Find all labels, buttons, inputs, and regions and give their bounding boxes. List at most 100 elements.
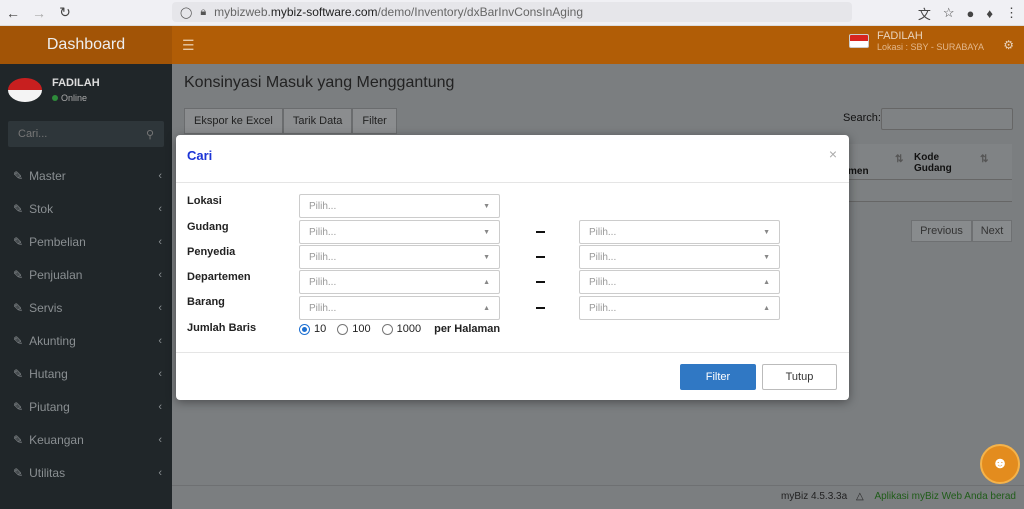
modal-filter-button[interactable]: Filter — [680, 364, 756, 390]
sidebar-user-name: FADILAH — [52, 77, 100, 89]
rows-option-100[interactable]: 100 — [337, 323, 371, 335]
browser-toolbar: ← → ↻ ◯ 🔒︎ mybizweb. mybiz-software.com/d… — [0, 0, 1024, 26]
lokasi-select[interactable]: Pilih... ▼ — [299, 194, 500, 218]
search-icon[interactable]: ⚲ — [146, 128, 154, 141]
menu-icon[interactable]: ⋮ — [1005, 5, 1018, 21]
sidebar-menu: ✎ Master ‹ ✎ Stok ‹ ✎ Pembelian ‹ ✎ Penjualan ‹ … — [0, 159, 172, 489]
account-icon[interactable]: ● — [967, 6, 975, 21]
sidebar-item-master[interactable]: ✎ Master ‹ — [0, 159, 172, 192]
arrow-right-icon[interactable]: → — [26, 0, 52, 26]
sidebar-item-pembelian[interactable]: ✎ Pembelian ‹ — [0, 225, 172, 258]
sidebar-item-keuangan[interactable]: ✎ Keuangan ‹ — [0, 423, 172, 456]
footer-text: myBiz 4.5.3.3a △ Aplikasi myBiz Web Anda… — [781, 491, 1016, 502]
sidebar-item-utilitas[interactable]: ✎ Utilitas ‹ — [0, 456, 172, 489]
departemen-to-select[interactable]: Pilih... ▲ — [579, 270, 780, 294]
shield-icon: ◯ — [180, 6, 193, 19]
chevron-left-icon: ‹ — [158, 400, 162, 413]
page-title: Konsinyasi Masuk yang Menggantung — [184, 74, 455, 91]
sidebar-item-servis[interactable]: ✎ Servis ‹ — [0, 291, 172, 324]
fetch-data-button[interactable]: Tarik Data — [282, 108, 353, 134]
modal-header: Cari × — [176, 135, 849, 183]
sort-icon: ⇅ — [980, 154, 989, 165]
reload-icon[interactable]: ↻ — [52, 0, 78, 26]
barang-to-select[interactable]: Pilih... ▲ — [579, 296, 780, 320]
sidebar-search-input[interactable]: Cari... ⚲ — [8, 121, 164, 147]
edit-icon: ✎ — [13, 234, 24, 249]
sidebar-item-penjualan[interactable]: ✎ Penjualan ‹ — [0, 258, 172, 291]
penyedia-to-select[interactable]: Pilih... ▼ — [579, 245, 780, 269]
hamburger-icon[interactable]: ☰ — [182, 37, 195, 54]
table-search-input[interactable] — [881, 108, 1013, 130]
chat-mascot-icon[interactable]: ☻ — [980, 444, 1020, 484]
chevron-left-icon: ‹ — [158, 367, 162, 380]
modal-title: Cari — [187, 148, 213, 163]
radio-checked-icon[interactable] — [299, 323, 310, 335]
rows-option-10[interactable]: 10 — [299, 323, 326, 335]
status-badge: Online — [52, 93, 100, 103]
flag-icon — [848, 34, 869, 48]
edit-icon: ✎ — [13, 267, 24, 282]
lock-icon: 🔒︎ — [200, 5, 207, 18]
range-dash — [536, 307, 545, 309]
version-label: myBiz 4.5.3.3a — [781, 491, 848, 502]
gears-icon[interactable]: ⚙ — [1003, 38, 1014, 52]
sidebar-item-stok[interactable]: ✎ Stok ‹ — [0, 192, 172, 225]
arrow-left-icon[interactable]: ← — [0, 0, 26, 26]
footer-marquee: Aplikasi myBiz Web Anda berad — [874, 491, 1016, 502]
chevron-left-icon: ‹ — [158, 466, 162, 479]
extensions-icon[interactable]: ♦ — [986, 6, 993, 21]
edit-icon: ✎ — [13, 300, 24, 315]
chevron-left-icon: ‹ — [158, 169, 162, 182]
sidebar-item-hutang[interactable]: ✎ Hutang ‹ — [0, 357, 172, 390]
address-bar[interactable]: ◯ 🔒︎ mybizweb. mybiz-software.com/demo/In… — [172, 2, 852, 22]
column-header-partial[interactable]: men ⇅ — [848, 144, 910, 180]
gudang-from-select[interactable]: Pilih... ▼ — [299, 220, 500, 244]
header-user-location: Lokasi : SBY - SURABAYA — [876, 42, 984, 52]
browser-actions: 文 ☆ ● ♦ ⋮ — [918, 0, 1018, 26]
pager-previous-button[interactable]: Previous — [911, 220, 972, 242]
triangle-icon: △ — [855, 491, 864, 502]
chevron-left-icon: ‹ — [158, 433, 162, 446]
url-path: /demo/Inventory/dxBarInvConsInAging — [377, 5, 583, 19]
sidebar-item-akunting[interactable]: ✎ Akunting ‹ — [0, 324, 172, 357]
close-icon[interactable]: × — [829, 146, 837, 162]
modal-close-button[interactable]: Tutup — [762, 364, 837, 390]
filter-button[interactable]: Filter — [352, 108, 397, 134]
gudang-to-select[interactable]: Pilih... ▼ — [579, 220, 780, 244]
range-dash — [536, 281, 545, 283]
chevron-left-icon: ‹ — [158, 301, 162, 314]
rows-option-1000[interactable]: 1000 — [381, 323, 421, 335]
chevron-left-icon: ‹ — [158, 268, 162, 281]
gudang-label: Gudang — [187, 221, 229, 233]
header-user[interactable]: FADILAH Lokasi : SBY - SURABAYA — [848, 30, 984, 52]
range-dash — [536, 231, 545, 233]
brand-title[interactable]: Dashboard — [0, 26, 172, 64]
caret-up-icon: ▲ — [483, 278, 490, 286]
pager-next-button[interactable]: Next — [972, 220, 1012, 242]
star-icon[interactable]: ☆ — [943, 5, 955, 21]
radio-icon[interactable] — [381, 323, 393, 335]
url-prefix: mybizweb. — [214, 5, 271, 19]
penyedia-from-select[interactable]: Pilih... ▼ — [299, 245, 500, 269]
search-modal: Cari × Lokasi Pilih... ▼ Gudang Pilih... ▼… — [176, 135, 849, 400]
avatar — [8, 78, 42, 102]
radio-icon[interactable] — [337, 323, 349, 335]
translate-icon[interactable]: 文 — [918, 4, 931, 23]
edit-icon: ✎ — [13, 465, 24, 480]
edit-icon: ✎ — [13, 366, 24, 381]
header-user-name: FADILAH — [876, 30, 923, 42]
edit-icon: ✎ — [13, 333, 24, 348]
chevron-left-icon: ‹ — [158, 235, 162, 248]
column-header-kode-gudang[interactable]: Kode Gudang ⇅ — [910, 144, 1012, 180]
app-header: Dashboard ☰ FADILAH Lokasi : SBY - SURAB… — [0, 26, 1024, 64]
sidebar-item-piutang[interactable]: ✎ Piutang ‹ — [0, 390, 172, 423]
online-dot-icon — [52, 95, 58, 101]
modal-footer: Filter Tutup — [176, 352, 849, 400]
export-excel-button[interactable]: Ekspor ke Excel — [184, 108, 283, 134]
edit-icon: ✎ — [13, 201, 24, 216]
chevron-left-icon: ‹ — [158, 334, 162, 347]
rows-radio-group: 10 100 1000 per Halaman — [299, 323, 500, 335]
rows-label: Jumlah Baris — [187, 322, 257, 334]
barang-from-select[interactable]: Pilih... ▲ — [299, 296, 500, 320]
departemen-from-select[interactable]: Pilih... ▲ — [299, 270, 500, 294]
